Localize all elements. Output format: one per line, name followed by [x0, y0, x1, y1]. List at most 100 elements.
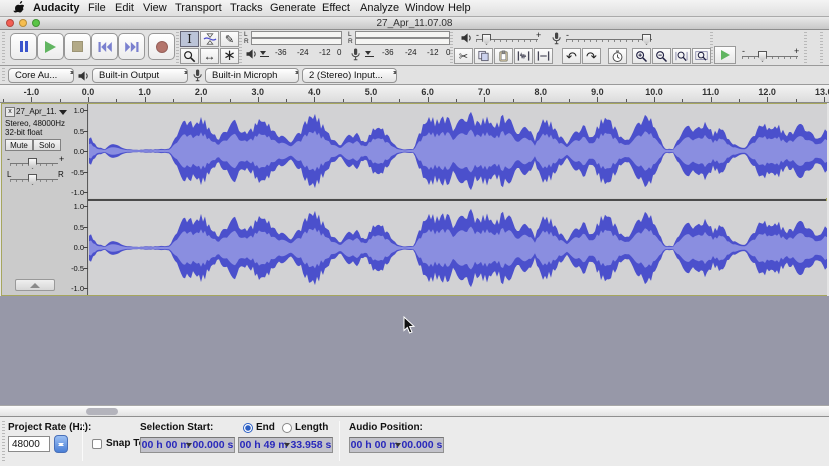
time-format-dropdown-icon[interactable]	[284, 443, 290, 447]
input-device-dropdown[interactable]: Built-in Microph	[205, 68, 299, 83]
ruler-label: 13.0	[815, 87, 829, 97]
undo-button[interactable]: ↶	[562, 48, 581, 64]
meter-dropdown[interactable]	[260, 51, 269, 57]
selection-tool-button[interactable]: I	[180, 31, 199, 47]
speaker-icon	[246, 49, 258, 59]
zoom-out-button[interactable]	[652, 48, 671, 64]
menu-window[interactable]: Window	[405, 2, 444, 14]
project-rate-input[interactable]: 48000	[8, 436, 50, 452]
record-button[interactable]	[148, 33, 175, 60]
window-title-bar[interactable]: 27_Apr_11.07.08	[0, 17, 829, 30]
vertical-scale[interactable]: 1.00.50.0-0.5-1.01.00.50.0-0.5-1.0	[2, 104, 88, 295]
time-format-dropdown-icon[interactable]	[186, 443, 192, 447]
ruler-tick	[456, 99, 457, 102]
envelope-icon	[203, 33, 217, 45]
snap-to-checkbox[interactable]	[92, 439, 102, 449]
output-device-dropdown[interactable]: Built-in Output	[92, 68, 188, 83]
toolbar-grip[interactable]	[820, 32, 823, 63]
zoom-tool-button[interactable]	[180, 48, 199, 64]
menu-analyze[interactable]: Analyze	[360, 2, 399, 14]
menu-generate[interactable]: Generate	[270, 2, 316, 14]
vertical-scale-label: 1.0	[74, 202, 84, 211]
ruler-tick	[116, 99, 117, 102]
meter-scale-label: -12	[319, 48, 331, 57]
device-toolbar-grip[interactable]	[2, 68, 5, 83]
silence-button[interactable]	[534, 48, 553, 64]
zoom-in-button[interactable]	[632, 48, 651, 64]
stop-button[interactable]	[64, 33, 91, 60]
ruler-tick	[399, 99, 400, 102]
sync-lock-button[interactable]	[608, 48, 627, 64]
redo-button[interactable]: ↷	[582, 48, 601, 64]
vertical-scale-tick	[84, 247, 88, 248]
meter-dropdown[interactable]	[365, 51, 374, 57]
menu-effect[interactable]: Effect	[322, 2, 350, 14]
time-format-dropdown-icon[interactable]	[395, 443, 401, 447]
divider	[339, 421, 340, 461]
menu-file[interactable]: File	[88, 2, 106, 14]
snap-to-label: Snap To	[106, 438, 145, 449]
output-volume-slider-thumb[interactable]	[482, 34, 491, 45]
selection-start-field[interactable]: 00 h 00 m 00.000 s	[140, 437, 235, 453]
draw-tool-button[interactable]: ✎	[220, 31, 239, 47]
timeline-ruler[interactable]: -1.00.01.02.03.04.05.06.07.08.09.010.011…	[0, 85, 829, 103]
paste-button[interactable]	[494, 48, 513, 64]
input-volume-slider-thumb[interactable]	[642, 34, 651, 45]
device-toolbar: Core Au... Built-in Output Built-in Micr…	[0, 66, 829, 85]
selection-toolbar-grip[interactable]	[2, 421, 5, 462]
audio-host-dropdown[interactable]: Core Au...	[8, 68, 74, 83]
waveform-right-channel[interactable]	[89, 201, 827, 295]
fit-selection-button[interactable]	[672, 48, 691, 64]
playback-meter[interactable]: L R -36 -24 -12 0	[244, 30, 344, 64]
zoom-out-icon	[655, 50, 668, 63]
play-button[interactable]	[37, 33, 64, 60]
menu-transport[interactable]: Transport	[175, 2, 222, 14]
toolbar-grip[interactable]	[804, 32, 807, 63]
pause-button[interactable]	[10, 33, 37, 60]
menu-edit[interactable]: Edit	[115, 2, 134, 14]
time-shift-tool-button[interactable]: ↔	[200, 48, 219, 64]
meter-scale-label: -36	[382, 48, 394, 57]
ruler-tick	[654, 97, 655, 102]
multi-tool-button[interactable]: ∗	[220, 48, 239, 64]
project-rate-stepper[interactable]	[54, 435, 68, 453]
playback-speed-slider[interactable]	[742, 56, 798, 59]
envelope-tool-button[interactable]	[200, 31, 219, 47]
trim-button[interactable]	[514, 48, 533, 64]
waveform-left-channel[interactable]	[89, 104, 827, 198]
selection-end-field[interactable]: 00 h 49 m 33.958 s	[238, 437, 333, 453]
ruler-tick	[60, 99, 61, 102]
cut-button[interactable]: ✂	[454, 48, 473, 64]
menu-view[interactable]: View	[143, 2, 167, 14]
vertical-scale-label: 1.0	[74, 106, 84, 115]
audio-position-field[interactable]: 00 h 00 m 00.000 s	[349, 437, 444, 453]
input-channels-dropdown[interactable]: 2 (Stereo) Input...	[302, 68, 397, 83]
vertical-scale-label: -1.0	[71, 188, 84, 197]
horizontal-scrollbar[interactable]	[0, 405, 829, 417]
pause-icon	[19, 41, 29, 52]
fit-project-button[interactable]	[692, 48, 711, 64]
play-at-speed-button[interactable]	[714, 46, 736, 64]
menu-audacity[interactable]: Audacity	[33, 2, 79, 14]
input-volume-slider[interactable]	[566, 39, 652, 42]
transport-toolbar-grip[interactable]	[2, 32, 5, 63]
meter-toolbar-grip[interactable]	[239, 32, 242, 63]
magnifier-icon	[183, 50, 196, 63]
length-radio-label: Length	[295, 422, 328, 433]
skip-to-start-button[interactable]	[91, 33, 118, 60]
menu-help[interactable]: Help	[448, 2, 471, 14]
end-radio[interactable]	[243, 423, 253, 433]
skip-to-end-icon	[125, 41, 139, 53]
meter-scale-label: 0	[337, 48, 341, 57]
recording-meter[interactable]: L R -36 -24 -12 0	[348, 30, 452, 64]
length-radio[interactable]	[282, 423, 292, 433]
vertical-scale-tick	[84, 288, 88, 289]
vertical-scale-label: 0.5	[74, 127, 84, 136]
copy-button[interactable]	[474, 48, 493, 64]
channel-divider	[2, 199, 826, 201]
playback-speed-slider-thumb[interactable]	[758, 51, 767, 62]
menu-tracks[interactable]: Tracks	[230, 2, 263, 14]
tools-toolbar-grip[interactable]	[176, 32, 179, 63]
horizontal-scrollbar-thumb[interactable]	[86, 408, 118, 415]
skip-to-end-button[interactable]	[118, 33, 145, 60]
